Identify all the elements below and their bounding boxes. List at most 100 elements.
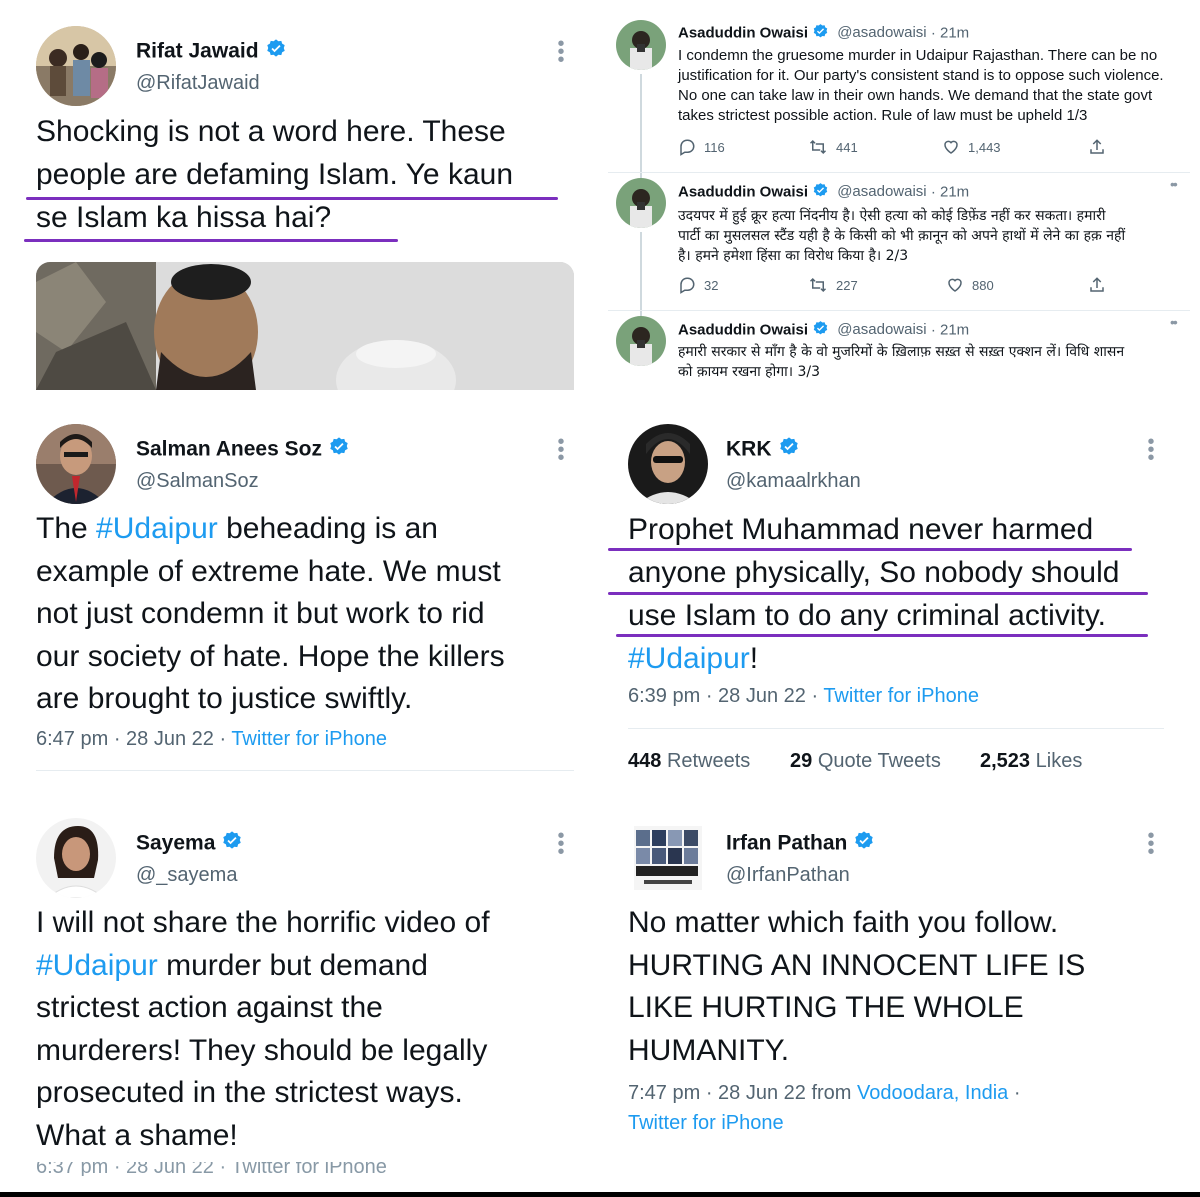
like-button[interactable]: 880 bbox=[946, 276, 994, 294]
tweet-text: हमारी सरकार से माँग है के वो मुजरिमों के… bbox=[678, 344, 1125, 380]
tweet-text: उदयपर में हुई क्रूर हत्या निंदनीय है। ऐस… bbox=[678, 208, 1126, 264]
tweet-text: Shocking is not a word here. These peopl… bbox=[36, 115, 513, 234]
tweet-media[interactable] bbox=[36, 262, 574, 390]
timestamp: 6:37 pm · 28 Jun 22 · Twitter for iPhone bbox=[36, 1162, 387, 1176]
author-handle[interactable]: @IrfanPathan bbox=[726, 864, 850, 887]
avatar[interactable] bbox=[36, 424, 116, 504]
author-handle[interactable]: @kamaalrkhan bbox=[726, 470, 861, 493]
thread-connector bbox=[640, 232, 642, 318]
source-link[interactable]: Twitter for iPhone bbox=[823, 685, 979, 707]
retweet-button[interactable]: 441 bbox=[808, 138, 858, 156]
tweet-thread-owaisi[interactable]: Asaduddin Owaisi @asadowaisi · 21m I con… bbox=[608, 10, 1190, 390]
reply-button[interactable]: 32 bbox=[678, 276, 718, 294]
bottom-border bbox=[0, 1192, 1200, 1197]
avatar[interactable] bbox=[616, 178, 666, 228]
avatar[interactable] bbox=[36, 818, 116, 898]
author-name[interactable]: Asaduddin Owaisi @asadowaisi · 21m bbox=[678, 182, 969, 203]
like-button[interactable]: 1,443 bbox=[942, 138, 1001, 156]
author-handle[interactable]: @_sayema bbox=[136, 864, 237, 887]
author-handle[interactable]: @asadowaisi bbox=[837, 24, 926, 41]
more-dots-icon[interactable]: • • • bbox=[1146, 432, 1156, 468]
timestamp[interactable]: 7:47 pm · 28 Jun 22 from bbox=[628, 1082, 857, 1104]
retweet-button[interactable]: 227 bbox=[808, 276, 858, 294]
timestamp[interactable]: 21m bbox=[940, 24, 969, 41]
retweet-icon bbox=[809, 277, 827, 293]
tweet-rifat[interactable]: Rifat Jawaid @RifatJawaid • • • Shocking i… bbox=[18, 10, 590, 392]
more-dots-icon[interactable]: •• bbox=[1170, 176, 1178, 192]
highlight-underline bbox=[26, 197, 558, 200]
quote-tweets-stat[interactable]: 29 Quote Tweets bbox=[790, 750, 941, 773]
divider bbox=[36, 770, 574, 771]
verified-badge-icon bbox=[812, 182, 829, 203]
hashtag-link[interactable]: #Udaipur bbox=[628, 642, 750, 675]
reply-button[interactable]: 116 bbox=[678, 138, 725, 156]
avatar-image bbox=[36, 424, 116, 504]
panel-separator bbox=[596, 400, 606, 402]
timestamp[interactable]: 21m bbox=[940, 321, 969, 338]
retweet-icon bbox=[809, 139, 827, 155]
verified-badge-icon bbox=[221, 830, 243, 858]
location-link[interactable]: Vodoodara, India bbox=[857, 1082, 1008, 1104]
retweets-stat[interactable]: 448 Retweets bbox=[628, 750, 750, 773]
reply-icon bbox=[680, 139, 695, 156]
avatar-image bbox=[36, 818, 116, 898]
share-button[interactable] bbox=[1088, 138, 1106, 156]
more-dots-icon[interactable]: • • • bbox=[556, 432, 566, 468]
more-dots-icon[interactable]: •• bbox=[1170, 314, 1178, 330]
author-name[interactable]: Asaduddin Owaisi @asadowaisi · 21m bbox=[678, 320, 969, 341]
verified-badge-icon bbox=[853, 830, 875, 858]
tweet-text: The #Udaipur beheading is an example of … bbox=[36, 512, 505, 715]
share-icon bbox=[1090, 139, 1104, 154]
more-dots-icon[interactable]: • • • bbox=[556, 826, 566, 862]
share-button[interactable] bbox=[1088, 276, 1106, 294]
more-dots-icon[interactable]: • • • bbox=[1146, 826, 1156, 862]
author-handle[interactable]: @asadowaisi bbox=[837, 183, 926, 200]
video-thumbnail bbox=[36, 262, 574, 390]
author-name[interactable]: Asaduddin Owaisi @asadowaisi · 21m bbox=[678, 23, 969, 44]
tweet-meta: 6:39 pm · 28 Jun 22 · Twitter for iPhone bbox=[628, 685, 979, 708]
author-name[interactable]: Sayema bbox=[136, 830, 243, 858]
likes-stat[interactable]: 2,523 Likes bbox=[980, 750, 1082, 773]
thread-connector bbox=[640, 74, 642, 184]
avatar[interactable] bbox=[616, 20, 666, 70]
author-handle[interactable]: @asadowaisi bbox=[837, 321, 926, 338]
author-handle[interactable]: @RifatJawaid bbox=[136, 72, 260, 95]
author-name[interactable]: Irfan Pathan bbox=[726, 830, 875, 858]
timestamp[interactable]: 6:47 pm · 28 Jun 22 · bbox=[36, 728, 231, 750]
avatar-image bbox=[634, 826, 702, 890]
source-link[interactable]: Twitter for iPhone bbox=[231, 728, 387, 750]
divider bbox=[608, 172, 1190, 173]
avatar[interactable] bbox=[634, 826, 702, 890]
avatar-image bbox=[616, 20, 666, 70]
more-dots-icon[interactable]: • • • bbox=[556, 34, 566, 70]
verified-badge-icon bbox=[265, 38, 287, 66]
divider bbox=[628, 728, 1164, 729]
divider bbox=[608, 310, 1190, 311]
avatar-image bbox=[36, 26, 116, 106]
author-handle[interactable]: @SalmanSoz bbox=[136, 470, 259, 493]
tweet-text: No matter which faith you follow. HURTIN… bbox=[628, 906, 1086, 1067]
avatar-image bbox=[628, 424, 708, 504]
hashtag-link[interactable]: #Udaipur bbox=[36, 949, 158, 982]
tweet-meta: 7:47 pm · 28 Jun 22 from Vodoodara, Indi… bbox=[628, 1082, 1021, 1134]
author-name[interactable]: Rifat Jawaid bbox=[136, 38, 287, 66]
author-name[interactable]: KRK bbox=[726, 436, 800, 464]
tweet-irfan[interactable]: Irfan Pathan @IrfanPathan • • • No matter … bbox=[608, 802, 1190, 1178]
tweet-sayema[interactable]: Sayema @_sayema • • • I will not share the… bbox=[18, 802, 590, 1178]
tweet-meta-cut: 6:37 pm · 28 Jun 22 · Twitter for iPhone bbox=[36, 1162, 576, 1176]
tweet-krk[interactable]: KRK @kamaalrkhan • • • Prophet Muhammad ne… bbox=[608, 408, 1190, 783]
tweet-salman[interactable]: Salman Anees Soz @SalmanSoz • • • The #Uda… bbox=[18, 408, 590, 783]
avatar[interactable] bbox=[628, 424, 708, 504]
like-icon bbox=[944, 140, 958, 154]
timestamp[interactable]: 21m bbox=[940, 183, 969, 200]
avatar[interactable] bbox=[616, 316, 666, 366]
hashtag-link[interactable]: #Udaipur bbox=[96, 512, 218, 545]
like-icon bbox=[948, 278, 962, 292]
timestamp[interactable]: 6:39 pm · 28 Jun 22 · bbox=[628, 685, 823, 707]
source-link[interactable]: Twitter for iPhone bbox=[628, 1112, 784, 1134]
highlight-underline bbox=[24, 239, 398, 242]
author-name[interactable]: Salman Anees Soz bbox=[136, 436, 350, 464]
tweet-text: I condemn the gruesome murder in Udaipur… bbox=[678, 47, 1164, 124]
reply-icon bbox=[680, 277, 695, 294]
avatar[interactable] bbox=[36, 26, 116, 106]
